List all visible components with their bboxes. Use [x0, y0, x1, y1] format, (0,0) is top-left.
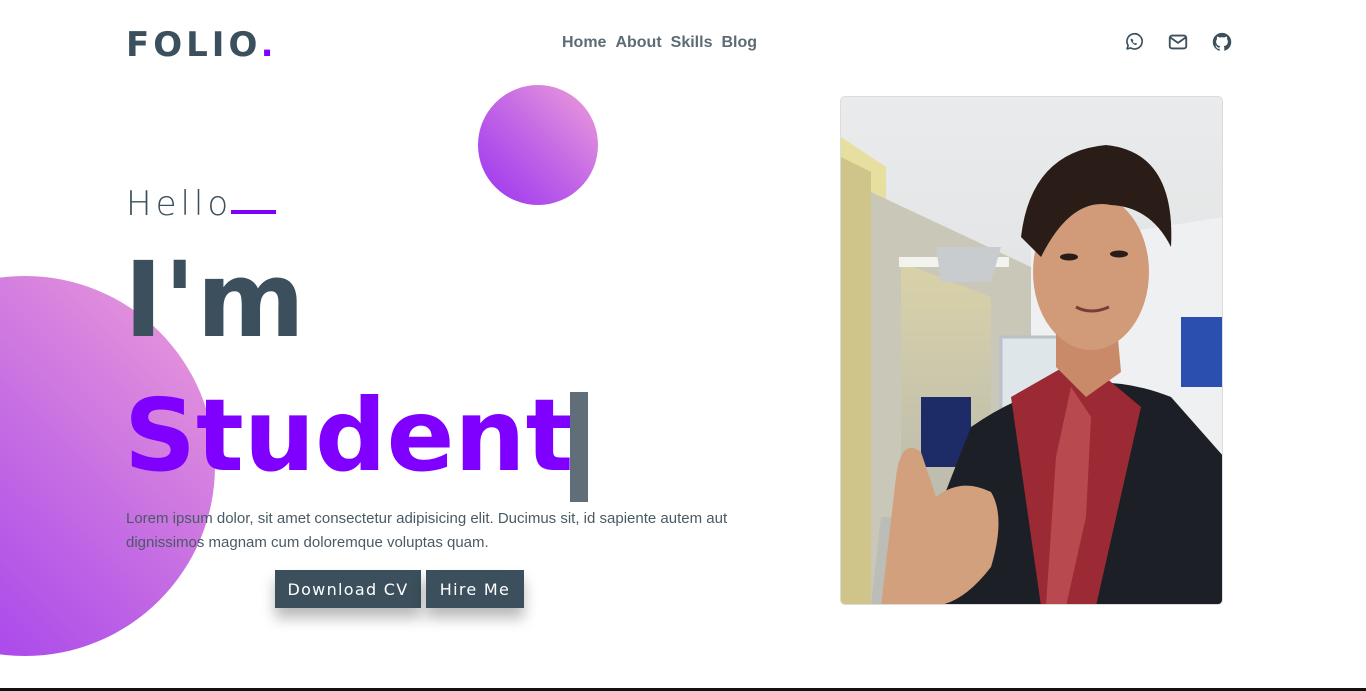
greeting-underline	[231, 210, 276, 214]
intro-heading: I'm	[124, 239, 306, 361]
nav-link-about[interactable]: About	[615, 33, 661, 53]
brand-dot: .	[260, 25, 278, 65]
whatsapp-icon[interactable]	[1123, 31, 1145, 53]
nav-link-blog[interactable]: Blog	[721, 33, 757, 53]
brand-logo[interactable]: FOLIO.	[126, 26, 278, 64]
main-nav: Home About Skills Blog	[562, 33, 766, 53]
github-icon[interactable]	[1211, 31, 1233, 53]
nav-link-home[interactable]: Home	[562, 33, 606, 53]
typing-cursor	[570, 392, 588, 502]
nav-link-skills[interactable]: Skills	[671, 33, 713, 53]
page: FOLIO. Home About Skills Blog Hello I'm	[0, 0, 1366, 691]
hero-description: Lorem ipsum dolor, sit amet consectetur …	[126, 510, 728, 551]
profile-photo	[840, 96, 1223, 605]
download-cv-button[interactable]: Download CV	[275, 570, 421, 608]
brand-name: FOLIO	[126, 25, 261, 65]
decorative-circle-top	[478, 85, 598, 205]
role-heading: Student	[124, 377, 574, 494]
mail-icon[interactable]	[1167, 31, 1189, 53]
social-links	[1123, 31, 1233, 53]
hire-me-button[interactable]: Hire Me	[426, 570, 524, 608]
greeting-text: Hello	[126, 184, 233, 224]
